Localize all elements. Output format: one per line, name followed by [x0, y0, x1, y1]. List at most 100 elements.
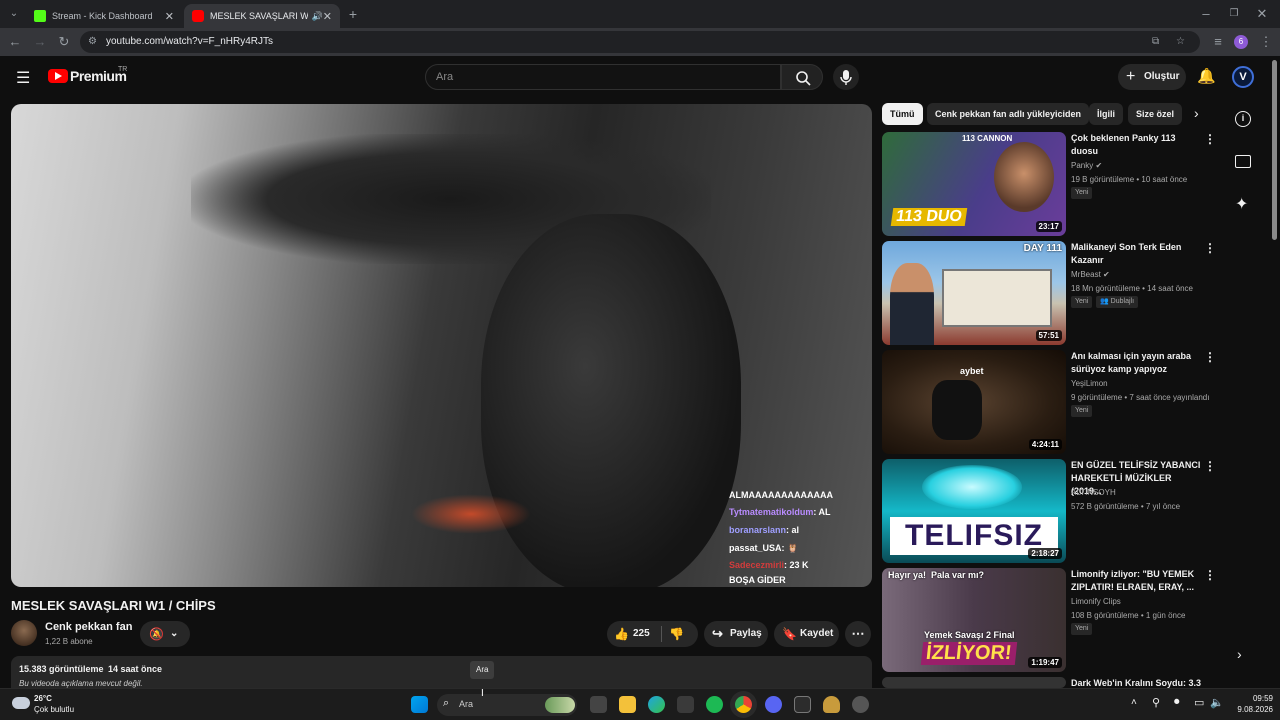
search-button[interactable]: [781, 64, 823, 90]
chip-related[interactable]: İlgili: [1089, 103, 1123, 125]
video-title[interactable]: Malikaneyi Son Terk Eden Kazanır: [1071, 241, 1203, 267]
close-icon[interactable]: ✕: [323, 10, 332, 23]
video-title[interactable]: Çok beklenen Panky 113 duosu: [1071, 132, 1203, 158]
bookmark-star-icon[interactable]: ☆: [1176, 31, 1185, 53]
channel-name[interactable]: MrBeast ✔: [1071, 270, 1110, 279]
chat-icon[interactable]: [1235, 155, 1251, 168]
more-actions-button[interactable]: ⋯: [845, 621, 871, 647]
site-info-icon[interactable]: ⚙: [88, 31, 97, 53]
video-thumbnail[interactable]: Hayır ya! Pala var mı? Yemek Savaşı 2 Fi…: [882, 568, 1066, 672]
sparkle-icon[interactable]: ✦: [1235, 194, 1248, 214]
reload-button[interactable]: ↻: [54, 32, 74, 52]
channel-avatar[interactable]: [11, 620, 37, 646]
recommendation-item[interactable]: 113 CANNON 113 DUO 23:17 Çok beklenen Pa…: [882, 132, 1216, 236]
notifications-bell-icon[interactable]: 🔔: [1197, 67, 1216, 85]
install-app-icon[interactable]: ⧉: [1152, 31, 1159, 53]
url-bar[interactable]: ⚙ youtube.com/watch?v=F_nHRy4RJTs ⧉ ☆: [80, 31, 1200, 53]
tab-youtube-video[interactable]: MESLEK SAVAŞLARI W1 / Ç 🔊 ✕: [184, 4, 340, 28]
recommendation-item[interactable]: TELIFSIZ 2:18:27 EN GÜZEL TELİFSİZ YABAN…: [882, 459, 1216, 563]
new-tab-button[interactable]: +: [343, 4, 363, 24]
taskbar-search[interactable]: ⌕ Ara: [437, 694, 577, 716]
discord-icon[interactable]: [765, 696, 782, 713]
store-icon[interactable]: [677, 696, 694, 713]
description-text: Bu videoda açıklama mevcut değil.: [19, 679, 143, 688]
channel-name[interactable]: ALTINSOYH: [1071, 488, 1116, 497]
create-button[interactable]: + Oluştur: [1118, 64, 1186, 90]
more-options-icon[interactable]: ⋮: [1204, 459, 1216, 473]
video-thumbnail[interactable]: TELIFSIZ 2:18:27: [882, 459, 1066, 563]
video-player[interactable]: ALMAAAAAAAAAAAAA Tytmatematikoldum: AL b…: [11, 104, 872, 587]
share-button[interactable]: ↪ Paylaş: [704, 621, 768, 647]
video-title[interactable]: Anı kalması için yayın araba sürüyoz kam…: [1071, 350, 1203, 376]
task-view-icon[interactable]: [590, 696, 607, 713]
save-label: Kaydet: [800, 628, 834, 639]
recommendation-item[interactable]: DAY 111 57:51 Malikaneyi Son Terk Eden K…: [882, 241, 1216, 345]
back-button[interactable]: ←: [5, 32, 25, 52]
info-icon[interactable]: i: [1235, 111, 1251, 127]
menu-kebab-icon[interactable]: ⋮: [1256, 32, 1276, 52]
chevron-right-icon[interactable]: ›: [1237, 646, 1242, 662]
chrome-icon[interactable]: [735, 696, 752, 713]
chevron-up-icon[interactable]: ˄: [1131, 697, 1137, 708]
video-title[interactable]: Limonify izliyor: "BU YEMEK ZIPLATIR! EL…: [1071, 568, 1203, 594]
dislike-button[interactable]: 👎: [669, 621, 684, 647]
voice-search-button[interactable]: [833, 64, 859, 90]
app-icon[interactable]: [852, 696, 869, 713]
speaker-icon[interactable]: 🔊: [312, 11, 323, 22]
recommendation-item[interactable]: aybet 4:24:11 Anı kalması için yayın ara…: [882, 350, 1216, 454]
user-avatar[interactable]: V: [1232, 66, 1254, 88]
more-options-icon[interactable]: ⋮: [1204, 568, 1216, 582]
channel-name[interactable]: Cenk pekkan fan: [45, 621, 132, 633]
reading-list-icon[interactable]: ≡: [1208, 32, 1228, 52]
volume-icon[interactable]: 🔈: [1210, 696, 1224, 709]
video-title[interactable]: Dark Web'in Kralını Soydu: 3.3: [1071, 677, 1203, 688]
minimize-button[interactable]: –: [1196, 4, 1216, 24]
close-icon[interactable]: ✕: [165, 10, 174, 23]
weather-temp[interactable]: 26°C: [34, 694, 52, 703]
clock-date[interactable]: 9.08.2026: [1226, 705, 1273, 714]
more-options-icon[interactable]: ⋮: [1204, 132, 1216, 146]
video-thumbnail[interactable]: 113 CANNON 113 DUO 23:17: [882, 132, 1066, 236]
recommendation-item[interactable]: Dark Web'in Kralını Soydu: 3.3: [882, 677, 1212, 688]
channel-name[interactable]: Panky ✔: [1071, 161, 1102, 170]
weather-desc[interactable]: Çok bulutlu: [34, 705, 74, 714]
league-client-icon[interactable]: [823, 696, 840, 713]
chat-line: Sadecezmirli: 23 K: [729, 560, 809, 570]
video-thumbnail[interactable]: DAY 111 57:51: [882, 241, 1066, 345]
subscribed-notification-button[interactable]: 🔕 ⌄: [140, 621, 190, 647]
forward-button[interactable]: →: [30, 32, 50, 52]
chip-for-you[interactable]: Size özel: [1128, 103, 1183, 125]
mic-status-icon[interactable]: ⏺: [1174, 696, 1180, 709]
tab-kick-dashboard[interactable]: Stream - Kick Dashboard ✕: [26, 4, 182, 28]
save-button[interactable]: 🔖 Kaydet: [774, 621, 839, 647]
clock-time[interactable]: 09:59: [1233, 694, 1273, 703]
more-options-icon[interactable]: ⋮: [1204, 350, 1216, 364]
recommendation-item[interactable]: Hayır ya! Pala var mı? Yemek Savaşı 2 Fi…: [882, 568, 1216, 672]
spotify-icon[interactable]: [706, 696, 723, 713]
more-options-icon[interactable]: ⋮: [1204, 241, 1216, 255]
app-icon[interactable]: [794, 696, 811, 713]
file-explorer-icon[interactable]: [619, 696, 636, 713]
channel-name[interactable]: Limonify Clips: [1071, 597, 1121, 606]
hamburger-menu-icon[interactable]: ☰: [16, 68, 30, 88]
close-window-button[interactable]: ✕: [1252, 4, 1272, 24]
scrollbar[interactable]: [1272, 60, 1277, 240]
windows-start-icon[interactable]: [411, 696, 428, 713]
display-icon[interactable]: ▭: [1194, 696, 1204, 709]
search-input[interactable]: Ara: [425, 64, 781, 90]
tab-search-icon[interactable]: ⌄: [4, 4, 24, 24]
chip-from-uploader[interactable]: Cenk pekkan fan adlı yükleyiciden: [927, 103, 1090, 125]
new-badge: Yeni: [1071, 623, 1093, 635]
edge-icon[interactable]: [648, 696, 665, 713]
network-icon[interactable]: ⚲: [1152, 696, 1160, 709]
chevron-right-icon[interactable]: ›: [1194, 105, 1199, 121]
video-meta: 9 görüntüleme • 7 saat önce yayınlandı: [1071, 393, 1210, 402]
channel-name[interactable]: YeşiLimon: [1071, 379, 1108, 388]
video-thumbnail[interactable]: [882, 677, 1066, 688]
like-button[interactable]: 👍: [614, 621, 629, 647]
youtube-logo-icon[interactable]: [48, 69, 68, 83]
video-thumbnail[interactable]: aybet 4:24:11: [882, 350, 1066, 454]
profile-avatar[interactable]: 6: [1234, 35, 1248, 49]
chip-all[interactable]: Tümü: [882, 103, 923, 125]
restore-button[interactable]: ❐: [1224, 4, 1244, 24]
